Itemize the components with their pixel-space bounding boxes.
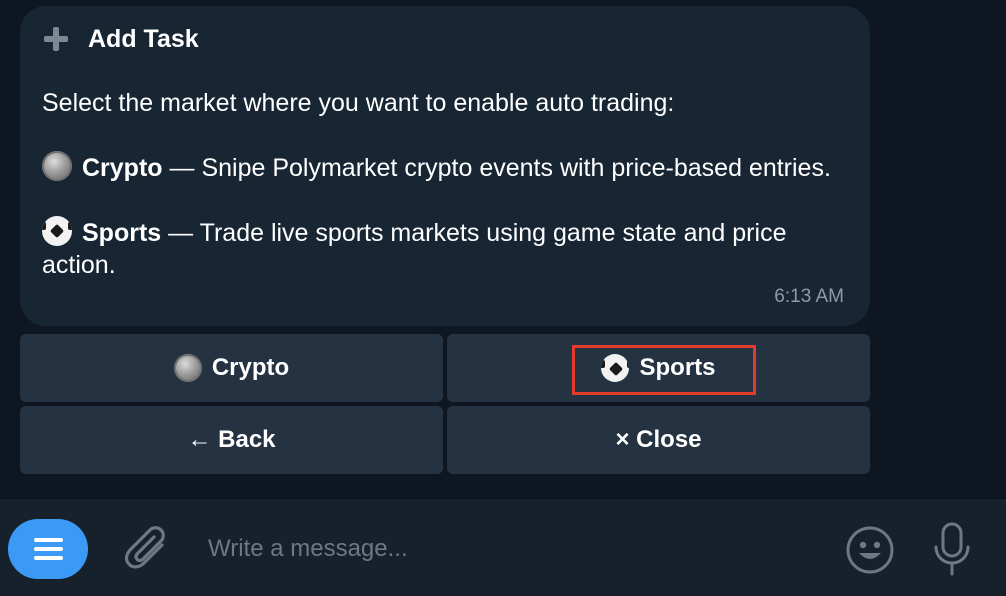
microphone-icon[interactable] bbox=[930, 521, 974, 577]
chat-area: Add Task Select the market where you wan… bbox=[0, 0, 1006, 498]
highlight-box bbox=[572, 345, 756, 395]
option-sports-name: Sports bbox=[82, 219, 162, 247]
option-sports-text: Sports — Trade live sports markets using… bbox=[42, 216, 848, 281]
option-crypto-text: Crypto — Snipe Polymarket crypto events … bbox=[42, 151, 848, 184]
coin-icon bbox=[42, 151, 72, 181]
soccer-ball-icon bbox=[42, 216, 72, 246]
message-title: Add Task bbox=[88, 24, 199, 53]
menu-icon bbox=[34, 556, 63, 560]
back-button[interactable]: ← Back bbox=[20, 406, 443, 474]
emoji-icon[interactable] bbox=[845, 525, 895, 575]
message-title-row: Add Task bbox=[42, 24, 848, 54]
message-input[interactable] bbox=[208, 529, 808, 569]
menu-button[interactable] bbox=[8, 519, 88, 579]
crypto-button-label: Crypto bbox=[211, 354, 290, 381]
message-timestamp: 6:13 AM bbox=[774, 286, 844, 307]
paperclip-icon[interactable] bbox=[124, 523, 172, 575]
menu-icon bbox=[34, 547, 63, 551]
coin-icon bbox=[173, 354, 202, 382]
message-composer bbox=[0, 498, 1006, 596]
close-button[interactable]: × Close bbox=[447, 406, 870, 474]
crypto-button[interactable]: Crypto bbox=[20, 334, 443, 402]
bot-message-bubble: Add Task Select the market where you wan… bbox=[20, 6, 870, 326]
option-crypto-name: Crypto bbox=[82, 154, 163, 182]
back-button-label: ← Back bbox=[187, 426, 276, 453]
plus-icon bbox=[42, 25, 70, 53]
menu-icon bbox=[34, 538, 63, 542]
message-intro: Select the market where you want to enab… bbox=[42, 89, 675, 117]
close-button-label: × Close bbox=[615, 426, 702, 453]
option-crypto-description: — Snipe Polymarket crypto events with pr… bbox=[162, 154, 831, 182]
